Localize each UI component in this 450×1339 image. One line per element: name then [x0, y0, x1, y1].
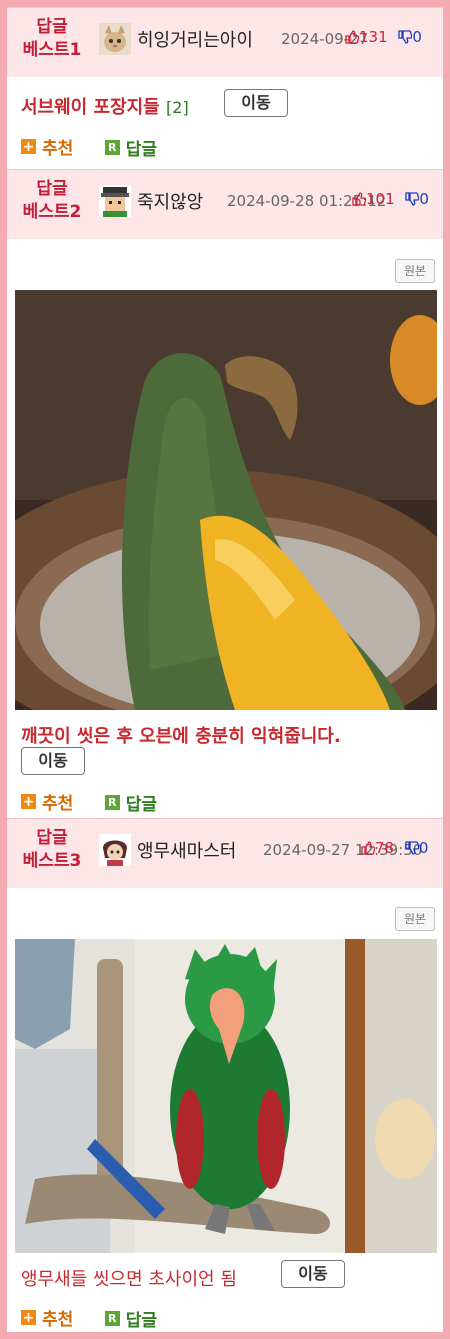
- thumbs-up-icon: [345, 30, 359, 44]
- downvote[interactable]: 0: [405, 839, 429, 857]
- upvote-count: 131: [359, 28, 388, 46]
- papaya-parrot-photo[interactable]: [15, 290, 437, 710]
- upvote-count: 101: [366, 190, 395, 208]
- best-replies-panel: 답글 베스트1 히잉거리는아이 2024-09-27 131 0 서브웨이 포장…: [7, 7, 443, 1332]
- author-name[interactable]: 히잉거리는아이: [137, 26, 253, 52]
- recommend-button[interactable]: + 추천: [21, 1305, 73, 1330]
- best-reply-1: 답글 베스트1 히잉거리는아이 2024-09-27 131 0 서브웨이 포장…: [7, 7, 443, 169]
- best-badge: 답글 베스트3: [17, 827, 87, 873]
- upvote[interactable]: 131: [345, 28, 392, 46]
- downvote-count: 0: [412, 28, 422, 46]
- reply-label: 답글: [125, 139, 157, 160]
- vote-counts: 101 0: [352, 190, 429, 208]
- best-badge: 답글 베스트2: [17, 178, 87, 224]
- best-reply-2: 답글 베스트2 죽지않앙 2024-09-28 01:25:12 101 0 원…: [7, 169, 443, 818]
- reply-r-icon: R: [104, 139, 120, 155]
- recommend-button[interactable]: + 추천: [21, 134, 73, 159]
- recommend-label: 추천: [42, 139, 74, 159]
- original-image-button[interactable]: 원본: [395, 907, 435, 931]
- best-badge: 답글 베스트1: [17, 16, 87, 62]
- best-reply-3: 답글 베스트3 앵무새마스터 2024-09-27 12:39:50 78 0: [7, 818, 443, 1332]
- recommend-label: 추천: [42, 794, 74, 814]
- post-header: 답글 베스트2 죽지않앙 2024-09-28 01:25:12 101 0: [7, 169, 443, 239]
- post-actions: + 추천 R 답글: [21, 1305, 183, 1331]
- author-name[interactable]: 앵무새마스터: [137, 837, 236, 863]
- reply-r-icon: R: [104, 794, 120, 810]
- reply-r-icon: R: [104, 1310, 120, 1326]
- best-label-line1: 답글: [36, 828, 68, 848]
- downvote-count: 0: [419, 190, 429, 208]
- post-title[interactable]: 앵무새들 씻으면 초사이언 됨: [21, 1265, 237, 1291]
- comment-count: [2]: [166, 98, 189, 117]
- upvote[interactable]: 78: [361, 839, 399, 857]
- thumbs-down-icon: [405, 192, 420, 206]
- best-label-line2: 베스트2: [22, 202, 82, 222]
- best-label-line2: 베스트1: [22, 40, 82, 60]
- post-title[interactable]: 서브웨이 포장지들 [2]: [21, 93, 189, 119]
- wet-green-parrot-photo[interactable]: [15, 939, 437, 1253]
- post-header: 답글 베스트3 앵무새마스터 2024-09-27 12:39:50 78 0: [7, 818, 443, 888]
- vote-counts: 78 0: [361, 839, 428, 857]
- best-label-line1: 답글: [36, 17, 68, 37]
- thumbs-down-icon: [405, 841, 419, 855]
- post-actions: + 추천 R 답글: [21, 134, 183, 160]
- reply-label: 답글: [125, 1310, 157, 1331]
- best-label-line2: 베스트3: [22, 851, 82, 871]
- thumbs-down-icon: [398, 30, 413, 44]
- post-title[interactable]: 깨끗이 씻은 후 오븐에 충분히 익혀줍니다.: [21, 722, 341, 748]
- character-avatar-icon[interactable]: [99, 834, 131, 866]
- original-image-button[interactable]: 원본: [395, 259, 435, 283]
- reply-label: 답글: [125, 794, 157, 815]
- upvote[interactable]: 101: [352, 190, 399, 208]
- best-label-line1: 답글: [36, 179, 68, 199]
- thumbs-up-icon: [352, 192, 366, 206]
- post-header: 답글 베스트1 히잉거리는아이 2024-09-27 131 0: [7, 7, 443, 77]
- move-button[interactable]: 이동: [21, 747, 85, 775]
- recommend-button[interactable]: + 추천: [21, 789, 73, 814]
- reply-button[interactable]: R 답글: [104, 1306, 157, 1331]
- post-title-text: 서브웨이 포장지들: [21, 97, 160, 118]
- thumbs-up-icon: [361, 841, 375, 855]
- plus-icon: +: [21, 138, 36, 155]
- downvote[interactable]: 0: [398, 28, 422, 46]
- cat-avatar-icon[interactable]: [99, 23, 131, 55]
- reply-button[interactable]: R 답글: [104, 790, 157, 815]
- recommend-label: 추천: [42, 1310, 74, 1330]
- plus-icon: +: [21, 793, 36, 810]
- plus-icon: +: [21, 1309, 36, 1326]
- move-button[interactable]: 이동: [224, 89, 288, 117]
- downvote[interactable]: 0: [405, 190, 429, 208]
- move-button[interactable]: 이동: [281, 1260, 345, 1288]
- upvote-count: 78: [375, 839, 395, 857]
- downvote-count: 0: [418, 839, 429, 857]
- pixel-avatar-icon[interactable]: [99, 185, 131, 217]
- reply-button[interactable]: R 답글: [104, 135, 157, 160]
- vote-counts: 131 0: [345, 28, 422, 46]
- post-actions: + 추천 R 답글: [21, 789, 183, 815]
- author-name[interactable]: 죽지않앙: [137, 188, 203, 214]
